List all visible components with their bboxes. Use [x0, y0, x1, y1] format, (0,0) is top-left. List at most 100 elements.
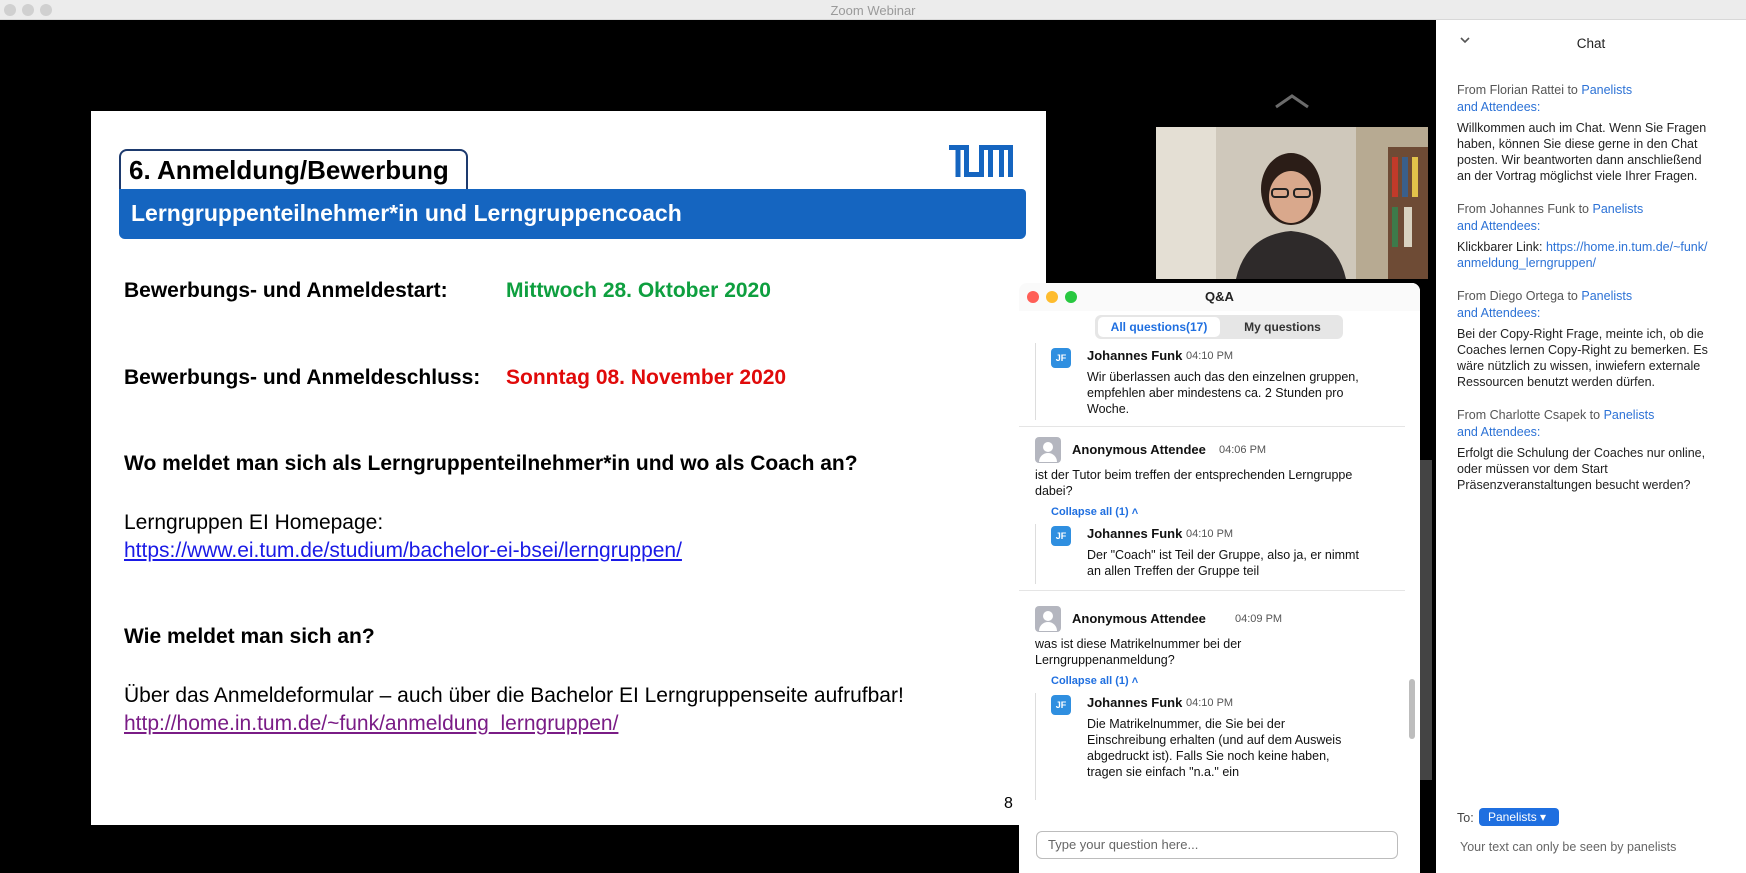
chat-recipient[interactable]: Panelists [1581, 289, 1632, 303]
reply-text-line: Wir überlassen auch das den einzelnen gr… [1087, 370, 1359, 384]
chat-message-header: From Johannes Funk to Panelists and Atten… [1457, 201, 1737, 235]
reply-text-line: tragen sie einfach "n.a." ein [1087, 765, 1240, 779]
question-time: 04:06 PM [1219, 444, 1267, 456]
reply-time: 04:10 PM [1186, 350, 1234, 362]
chat-recipient-dropdown[interactable]: Panelists ▾ [1479, 808, 1559, 826]
qa-scrollbar[interactable] [1409, 343, 1416, 800]
user-icon [1035, 437, 1061, 463]
chat-line: oder müssen vor dem Start [1457, 462, 1608, 476]
chat-message-header: From Florian Rattei to Panelists and Atte… [1457, 82, 1737, 116]
chat-panel: Chat From Florian Rattei to Panelists and… [1436, 20, 1746, 873]
question-how: Wie meldet man sich an? [124, 625, 375, 648]
tab-all-questions[interactable]: All questions(17) [1098, 317, 1220, 337]
chat-line: an der Vortrag möglichst viele Ihrer Fra… [1457, 169, 1698, 183]
homepage-link[interactable]: https://www.ei.tum.de/studium/bachelor-e… [124, 539, 682, 563]
chat-sender: From Johannes Funk to [1457, 202, 1590, 216]
form-link[interactable]: http://home.in.tum.de/~funk/anmeldung_le… [124, 712, 618, 736]
slide-title: 6. Anmeldung/Bewerbung [129, 155, 449, 185]
chat-line: Bei der Copy-Right Frage, meinte ich, ob… [1457, 327, 1704, 341]
chat-line: Präsenzveranstaltungen besucht werden? [1457, 478, 1691, 492]
chat-line: Willkommen auch im Chat. Wenn Sie Fragen [1457, 121, 1707, 135]
speaker-video-frame [1156, 127, 1428, 279]
chat-message-text: Bei der Copy-Right Frage, meinte ich, ob… [1457, 326, 1739, 390]
reply-author: Johannes Funk [1087, 526, 1183, 541]
chat-sender: From Charlotte Csapek to [1457, 408, 1601, 422]
tum-logo [949, 145, 1013, 177]
chat-recipient[interactable]: and Attendees: [1457, 100, 1540, 114]
chat-visibility-note: Your text can only be seen by panelists [1460, 840, 1677, 854]
reply-text-line: abgedruckt ist). Falls Sie noch keine ha… [1087, 749, 1330, 763]
question-text-line: Lerngruppenanmeldung? [1035, 653, 1175, 667]
reply-text-line: Die Matrikelnummer, die Sie bei der [1087, 717, 1285, 731]
collapse-all-link[interactable]: Collapse all (1) ˄ [1051, 506, 1138, 518]
deadline-date: Sonntag 08. November 2020 [506, 366, 787, 389]
chat-recipient-value: Panelists [1488, 810, 1537, 824]
chevron-up-icon: ˄ [1131, 675, 1139, 687]
chat-link[interactable]: https://home.in.tum.de/~funk/ [1546, 240, 1708, 254]
thread-line [1035, 524, 1036, 584]
user-icon [1035, 606, 1061, 632]
chat-line: Klickbarer Link: [1457, 240, 1543, 254]
chat-line: Coaches lernen Copy-Right zu bemerken. E… [1457, 343, 1708, 357]
divider [1019, 590, 1405, 591]
qa-question-list[interactable]: JF Johannes Funk 04:10 PM Wir überlassen… [1019, 343, 1420, 800]
chat-message-text: Klickbarer Link: https://home.in.tum.de/… [1457, 239, 1739, 271]
chevron-up-icon[interactable] [1274, 92, 1310, 110]
reply-time: 04:10 PM [1186, 528, 1234, 540]
start-date: Mittwoch 28. Oktober 2020 [506, 279, 771, 302]
tab-my-questions[interactable]: My questions [1225, 317, 1340, 337]
collapse-all-label: Collapse all (1) [1051, 675, 1129, 687]
speaker-video[interactable] [1156, 127, 1428, 279]
chat-message-header: From Charlotte Csapek to Panelists and At… [1457, 407, 1737, 441]
chat-line: wäre nützlich zu wissen, inwiefern exter… [1457, 359, 1701, 373]
chat-sender: From Diego Ortega to [1457, 289, 1578, 303]
slide-subtitle: Lerngruppenteilnehmer*in und Lerngruppen… [131, 200, 682, 226]
chat-line: Ressourcen benutzt werden dürfen. [1457, 375, 1656, 389]
chat-recipient[interactable]: and Attendees: [1457, 306, 1540, 320]
question-input[interactable]: Type your question here... [1036, 831, 1398, 859]
question-author: Anonymous Attendee [1072, 611, 1206, 626]
chat-link[interactable]: anmeldung_lerngruppen/ [1457, 255, 1739, 271]
start-label: Bewerbungs- und Anmeldestart: [124, 279, 448, 302]
video-strip-edge [1418, 460, 1432, 780]
caret-down-icon: ▾ [1540, 810, 1547, 824]
chat-line: Erfolgt die Schulung der Coaches nur onl… [1457, 446, 1706, 460]
question-text-line: was ist diese Matrikelnummer bei der [1035, 637, 1242, 651]
qa-window: Q&A All questions(17) My questions JF Jo… [1019, 283, 1420, 873]
avatar-jf: JF [1051, 348, 1071, 368]
chat-message-header: From Diego Ortega to Panelists and Attend… [1457, 288, 1737, 322]
chat-recipient[interactable]: Panelists [1593, 202, 1644, 216]
chat-title: Chat [1576, 36, 1606, 51]
reply-text-line: an allen Treffen der Gruppe teil [1087, 564, 1260, 578]
chat-message-text: Erfolgt die Schulung der Coaches nur onl… [1457, 445, 1739, 493]
chat-sender: From Florian Rattei to [1457, 83, 1578, 97]
avatar-jf: JF [1051, 695, 1071, 715]
chat-recipient[interactable]: Panelists [1604, 408, 1655, 422]
chat-recipient[interactable]: Panelists [1581, 83, 1632, 97]
qa-tabs: All questions(17) My questions [1095, 315, 1343, 339]
chat-line: haben, können Sie diese gerne in den Cha… [1457, 137, 1698, 151]
reply-author: Johannes Funk [1087, 695, 1183, 710]
chat-message-text: Willkommen auch im Chat. Wenn Sie Fragen… [1457, 120, 1739, 184]
deadline-label: Bewerbungs- und Anmeldeschluss: [124, 366, 481, 389]
reply-text-line: Einschreibung erhalten (und auf dem Ausw… [1087, 733, 1342, 747]
question-text-line: dabei? [1035, 484, 1073, 498]
window-title: Zoom Webinar [830, 3, 916, 18]
qa-title: Q&A [1205, 289, 1234, 304]
reply-author: Johannes Funk [1087, 348, 1183, 363]
collapse-all-link[interactable]: Collapse all (1) ˄ [1051, 675, 1138, 687]
reply-time: 04:10 PM [1186, 697, 1234, 709]
avatar-jf: JF [1051, 526, 1071, 546]
chevron-up-icon: ˄ [1131, 506, 1139, 518]
qa-titlebar: Q&A [1019, 283, 1420, 311]
chat-recipient[interactable]: and Attendees: [1457, 219, 1540, 233]
reply-text-line: Woche. [1087, 402, 1130, 416]
question-where: Wo meldet man sich als Lerngruppenteilne… [124, 452, 858, 475]
reply-text-line: empfehlen aber mindestens ca. 2 Stunden … [1087, 386, 1344, 400]
qa-scrollbar-thumb[interactable] [1409, 679, 1415, 739]
question-author: Anonymous Attendee [1072, 442, 1206, 457]
chat-line: posten. Wir beantworten dann anschließen… [1457, 153, 1702, 167]
thread-line [1035, 693, 1036, 800]
chat-recipient[interactable]: and Attendees: [1457, 425, 1540, 439]
thread-line [1035, 343, 1036, 420]
